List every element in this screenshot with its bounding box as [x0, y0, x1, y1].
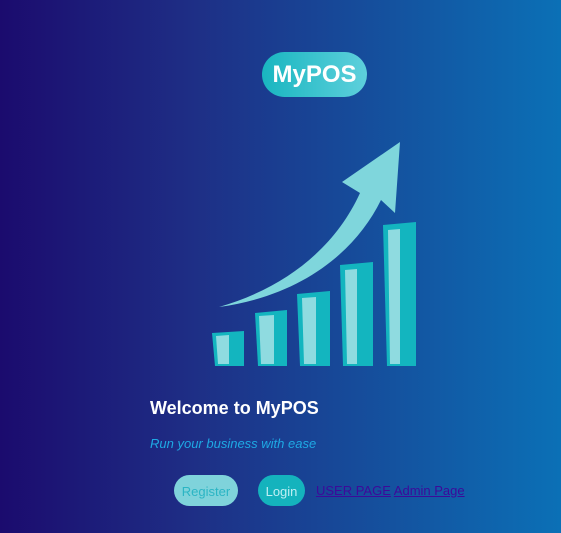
user-page-link[interactable]: USER PAGE	[316, 483, 391, 498]
app-logo: MyPOS	[262, 52, 367, 97]
bars	[212, 222, 416, 366]
register-button[interactable]: Register	[174, 475, 238, 506]
admin-page-link[interactable]: Admin Page	[394, 483, 465, 498]
tagline: Run your business with ease	[150, 436, 317, 451]
welcome-title: Welcome to MyPOS	[150, 398, 319, 418]
page-links: USER PAGE Admin Page	[316, 483, 465, 498]
growth-chart-arrow-icon	[212, 142, 416, 366]
login-button[interactable]: Login	[258, 475, 305, 506]
